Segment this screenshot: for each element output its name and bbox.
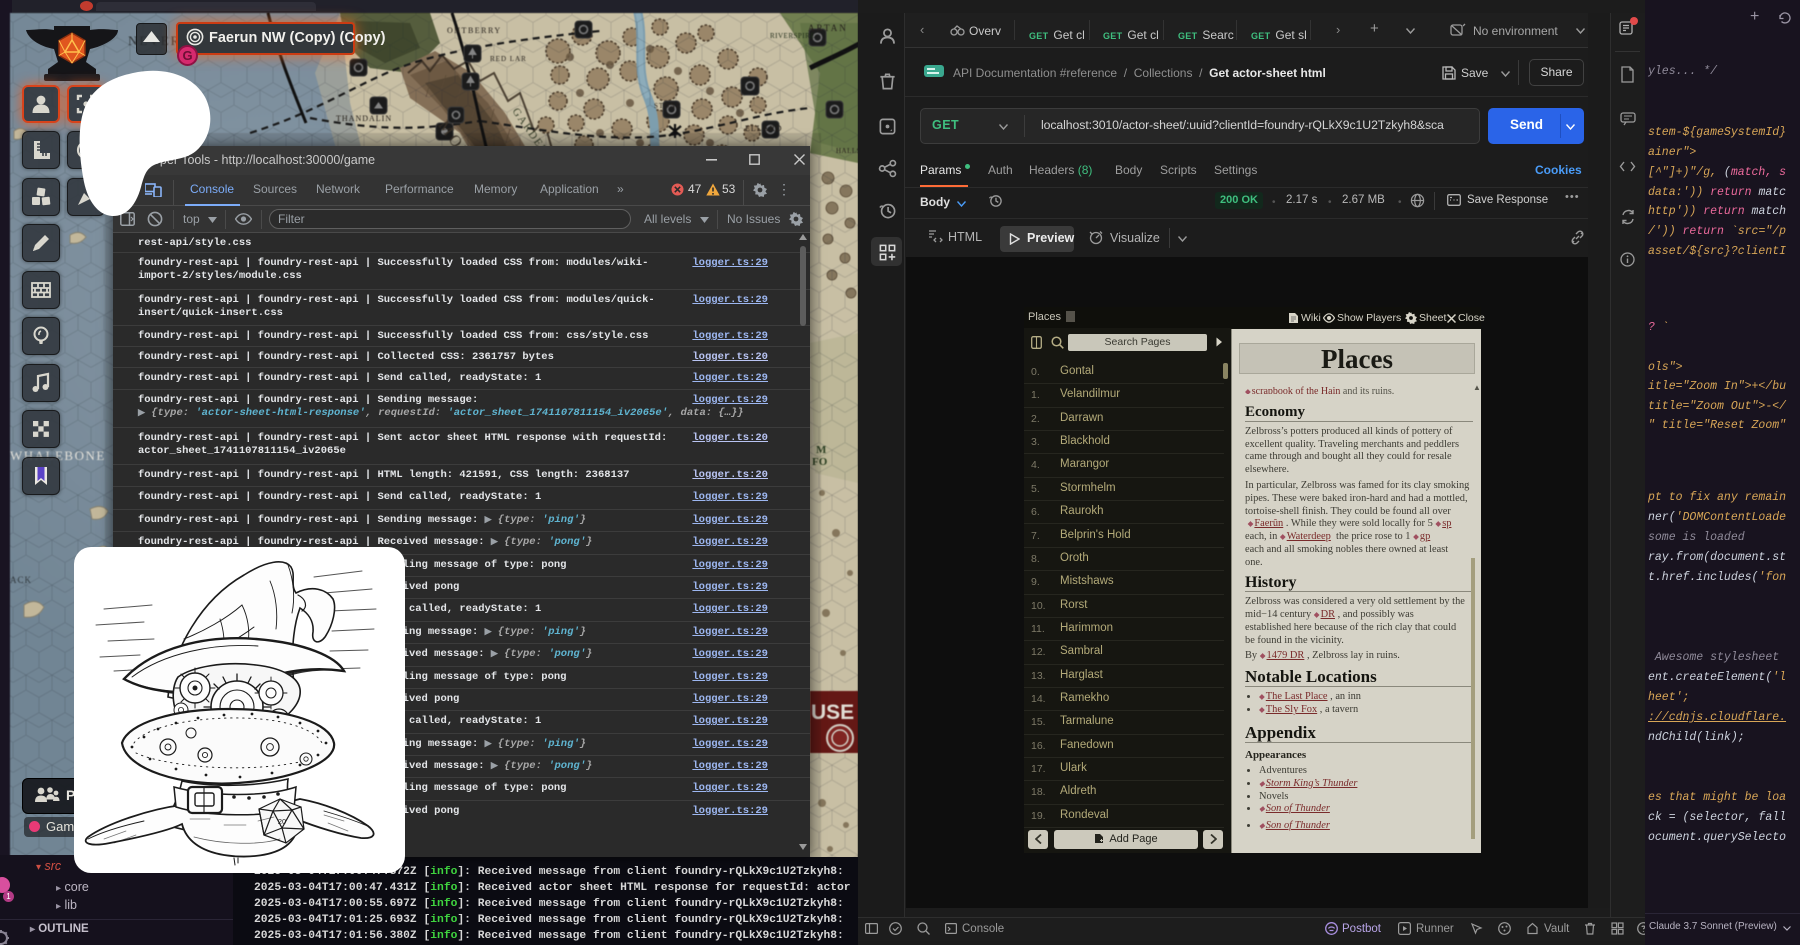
- svg-text:RIVERSPIRE: RIVERSPIRE: [770, 32, 815, 40]
- svg-text:NEVER: NEVER: [128, 33, 181, 48]
- svg-text:ONTBERRY: ONTBERRY: [447, 26, 502, 35]
- svg-text:WHALEBONE: WHALEBONE: [10, 448, 106, 463]
- svg-text:HALLS OF T: HALLS OF T: [836, 147, 858, 155]
- svg-text:THANDALIN: THANDALIN: [336, 114, 392, 123]
- svg-text:STONE: STONE: [654, 102, 681, 110]
- svg-text:RED LAR: RED LAR: [490, 55, 527, 63]
- svg-text:ELLARD: ELLARD: [745, 124, 783, 133]
- svg-text:ACK: ACK: [10, 575, 32, 585]
- svg-text:20: 20: [278, 817, 286, 826]
